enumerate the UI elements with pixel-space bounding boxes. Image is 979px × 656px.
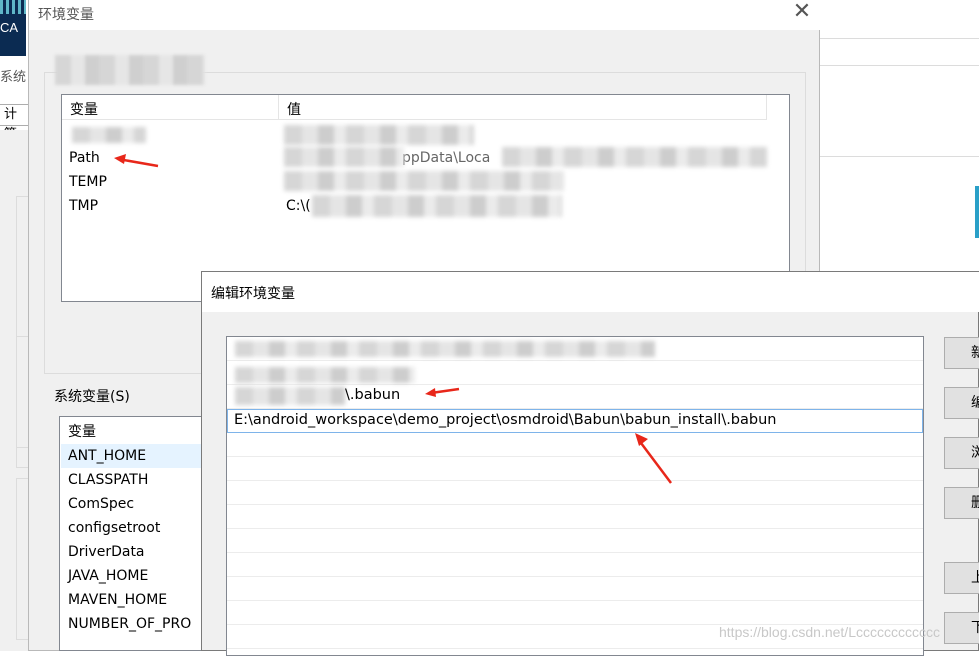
list-item[interactable] [227,433,923,457]
background-divider [820,156,979,157]
list-item[interactable] [227,577,923,601]
list-item-value: ppData\Loca [402,150,491,166]
list-item-selected[interactable]: E:\android_workspace\demo_project\osmdro… [227,409,923,433]
list-item-tmp[interactable]: TMP [69,198,98,214]
background-tab[interactable]: 计算 [0,104,30,142]
list-item[interactable] [227,505,923,529]
entry-text: E:\android_workspace\demo_project\osmdro… [234,412,777,428]
redacted-entry [235,367,415,383]
app-icon: CA [0,0,26,56]
list-item[interactable]: JAVA_HOME [68,564,148,588]
list-item[interactable] [227,553,923,577]
user-variables-label-redacted [55,55,205,85]
browse-button[interactable]: 浏 [944,437,979,469]
edit-environment-variable-dialog: 编辑环境变量 \.babun E:\android_workspace\demo… [201,271,979,656]
background-panel [0,130,31,651]
list-item[interactable]: NUMBER_OF_PRO [68,612,191,636]
list-item[interactable] [227,337,923,361]
new-button[interactable]: 新 [944,337,979,369]
background-divider [820,65,979,66]
annotation-arrow [425,387,460,397]
path-entries-list[interactable]: \.babun E:\android_workspace\demo_projec… [226,336,924,656]
list-item[interactable]: ANT_HOME [61,444,208,468]
background-system-label: 系统 [0,70,27,85]
list-item[interactable]: ComSpec [68,492,134,516]
redacted-value [284,147,404,167]
list-item[interactable] [227,361,923,385]
redacted-name [72,127,146,143]
window-title: 环境变量 [38,7,94,23]
annotation-arrow [635,433,672,484]
move-down-button[interactable]: 下 [944,612,979,644]
column-header-variable[interactable]: 变量 [70,99,98,119]
dialog-title: 编辑环境变量 [211,286,295,302]
annotation-arrow [114,154,159,168]
list-item[interactable]: CLASSPATH [68,468,148,492]
redacted-value [284,171,564,191]
column-header-value[interactable]: 值 [287,99,301,119]
list-item[interactable] [227,601,923,625]
list-item[interactable]: \.babun [227,385,923,409]
list-item[interactable] [227,457,923,481]
list-item-value: C:\( [286,198,311,214]
close-icon[interactable]: ✕ [789,0,815,26]
list-item-temp[interactable]: TEMP [69,174,107,190]
window-titlebar: 环境变量 ✕ [29,0,820,30]
column-header-variable[interactable]: 变量 [68,420,96,444]
app-icon-text: CA [0,20,19,35]
list-item[interactable]: MAVEN_HOME [68,588,167,612]
background-accent [975,186,979,238]
redacted-value [502,147,767,167]
redacted-value [284,125,474,145]
list-item[interactable] [227,529,923,553]
watermark: https://blog.csdn.net/Lcccccccccccc [719,624,940,640]
entry-text: \.babun [345,387,401,403]
dialog-titlebar: 编辑环境变量 [202,272,979,312]
delete-button[interactable]: 删 [944,487,979,519]
system-variables-label: 系统变量(S) [54,389,130,405]
background-divider [820,38,979,39]
list-item-path[interactable]: Path [69,150,100,166]
move-up-button[interactable]: 上 [944,562,979,594]
list-item[interactable]: DriverData [68,540,145,564]
redacted-entry [235,341,655,357]
system-variables-list[interactable]: 变量 ANT_HOME CLASSPATH ComSpec configsetr… [59,416,209,651]
list-item[interactable]: configsetroot [68,516,160,540]
edit-button[interactable]: 编 [944,387,979,419]
redacted-value [312,195,562,217]
list-item[interactable] [227,481,923,505]
list-header: 变量 值 [62,95,767,120]
redacted-entry [235,387,345,405]
